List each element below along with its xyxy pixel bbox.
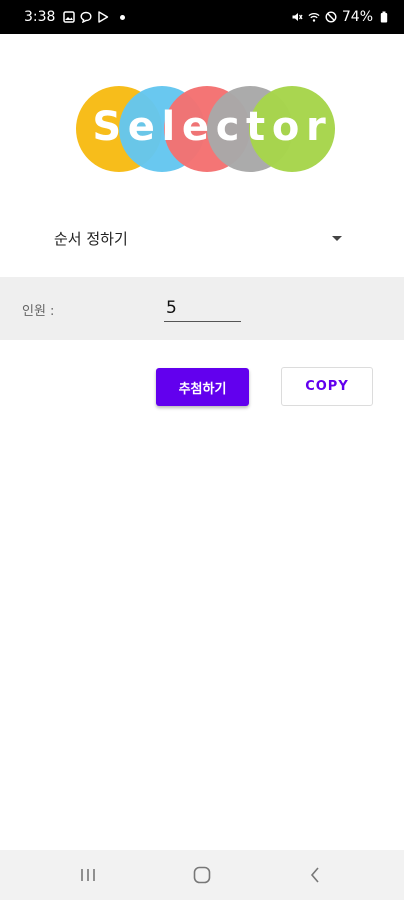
logo-letter: e (127, 104, 157, 150)
recents-button[interactable] (58, 850, 118, 900)
home-button[interactable] (172, 850, 232, 900)
battery-icon (378, 11, 390, 23)
play-store-icon (97, 11, 109, 23)
gallery-icon (63, 11, 76, 23)
mute-icon (291, 11, 303, 23)
back-button[interactable] (285, 850, 345, 900)
status-left: 3:38 (24, 9, 126, 25)
spinner-selected-label: 순서 정하기 (54, 229, 128, 248)
logo-letter: o (271, 104, 302, 150)
selector-logo: S e l e c t o r (76, 86, 336, 174)
count-input[interactable] (164, 294, 241, 322)
count-label: 인원 : (22, 304, 55, 319)
logo-letters: S e l e c t o r (76, 104, 336, 150)
home-icon (193, 866, 211, 884)
logo-letter: S (92, 104, 124, 150)
notification-dot (120, 14, 126, 20)
do-not-disturb-icon (325, 11, 337, 23)
status-time: 3:38 (24, 9, 56, 25)
navigation-bar (0, 850, 404, 900)
logo-letter: r (305, 104, 328, 150)
mode-spinner[interactable]: 순서 정하기 (44, 216, 356, 260)
recents-icon (81, 869, 95, 881)
copy-button[interactable]: COPY (281, 367, 373, 406)
chat-bubble-icon (80, 11, 92, 23)
logo-letter: c (215, 104, 242, 150)
wifi-icon (308, 11, 320, 23)
status-bar: 3:38 74% (0, 0, 404, 34)
dropdown-arrow-icon (332, 235, 342, 241)
app-screen: 3:38 74% S e l e c t o r 순서 정하기 인원: 5 추… (0, 0, 404, 900)
logo-letter: t (246, 104, 268, 150)
extract-button[interactable]: 추첨하기 (156, 368, 249, 406)
logo-letter: l (161, 104, 178, 150)
battery-percent: 74% (341, 9, 373, 25)
status-right: 74% (291, 9, 390, 25)
logo-letter: e (181, 104, 212, 150)
back-icon (310, 867, 319, 883)
